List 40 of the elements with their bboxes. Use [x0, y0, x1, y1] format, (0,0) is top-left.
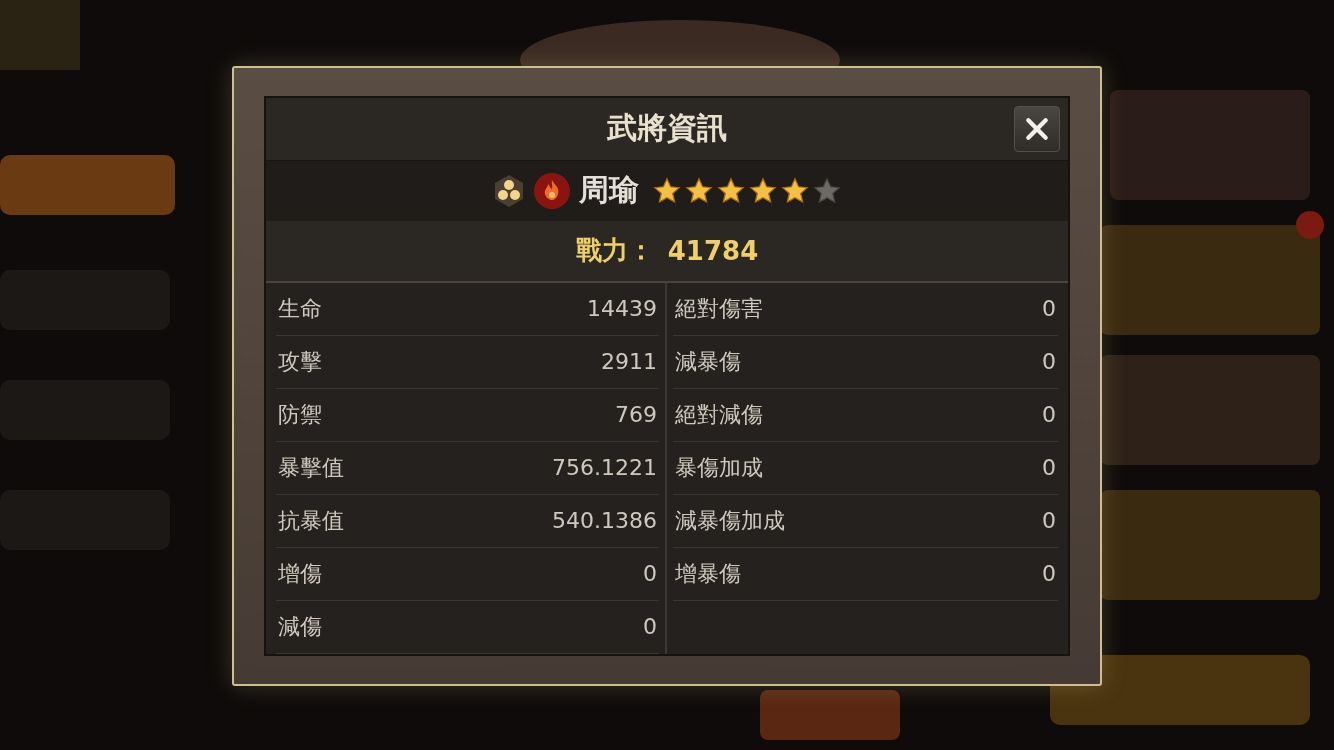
stat-label: 攻擊 [278, 348, 322, 376]
stat-value: 14439 [587, 296, 657, 322]
star-icon [781, 176, 809, 205]
stat-label: 絕對傷害 [675, 295, 763, 323]
stat-value: 540.1386 [552, 508, 657, 534]
power-label: 戰力： [575, 234, 654, 268]
hexagon-icon [493, 173, 525, 208]
close-button[interactable] [1014, 106, 1060, 152]
stat-label: 暴擊值 [278, 454, 344, 482]
stat-label: 減暴傷 [675, 348, 741, 376]
stat-label: 減暴傷加成 [675, 507, 785, 535]
stat-label: 暴傷加成 [675, 454, 763, 482]
stat-value: 0 [1042, 296, 1056, 322]
stat-label: 防禦 [278, 401, 322, 429]
stat-label: 抗暴值 [278, 507, 344, 535]
stat-value: 0 [1042, 349, 1056, 375]
stat-value: 769 [615, 402, 657, 428]
stat-label: 絕對減傷 [675, 401, 763, 429]
empty-star-icon [813, 176, 841, 205]
dialog-title: 武將資訊 [607, 109, 727, 148]
stat-value: 0 [1042, 508, 1056, 534]
stat-value: 0 [1042, 561, 1056, 587]
power-value: 41784 [667, 235, 759, 266]
star-icon [653, 176, 681, 205]
stat-value: 0 [1042, 455, 1056, 481]
stat-label: 減傷 [278, 613, 322, 641]
stat-value: 0 [643, 614, 657, 640]
close-icon [1024, 116, 1050, 142]
hero-name: 周瑜 [579, 171, 639, 210]
stat-value: 756.1221 [552, 455, 657, 481]
stat-label: 增傷 [278, 560, 322, 588]
stat-value: 0 [643, 561, 657, 587]
stat-value: 2911 [601, 349, 657, 375]
star-icon [749, 176, 777, 205]
stat-label: 生命 [278, 295, 322, 323]
fire-emblem-icon [533, 171, 571, 210]
star-icon [685, 176, 713, 205]
star-icon [717, 176, 745, 205]
stat-value: 0 [1042, 402, 1056, 428]
stat-label: 增暴傷 [675, 560, 741, 588]
